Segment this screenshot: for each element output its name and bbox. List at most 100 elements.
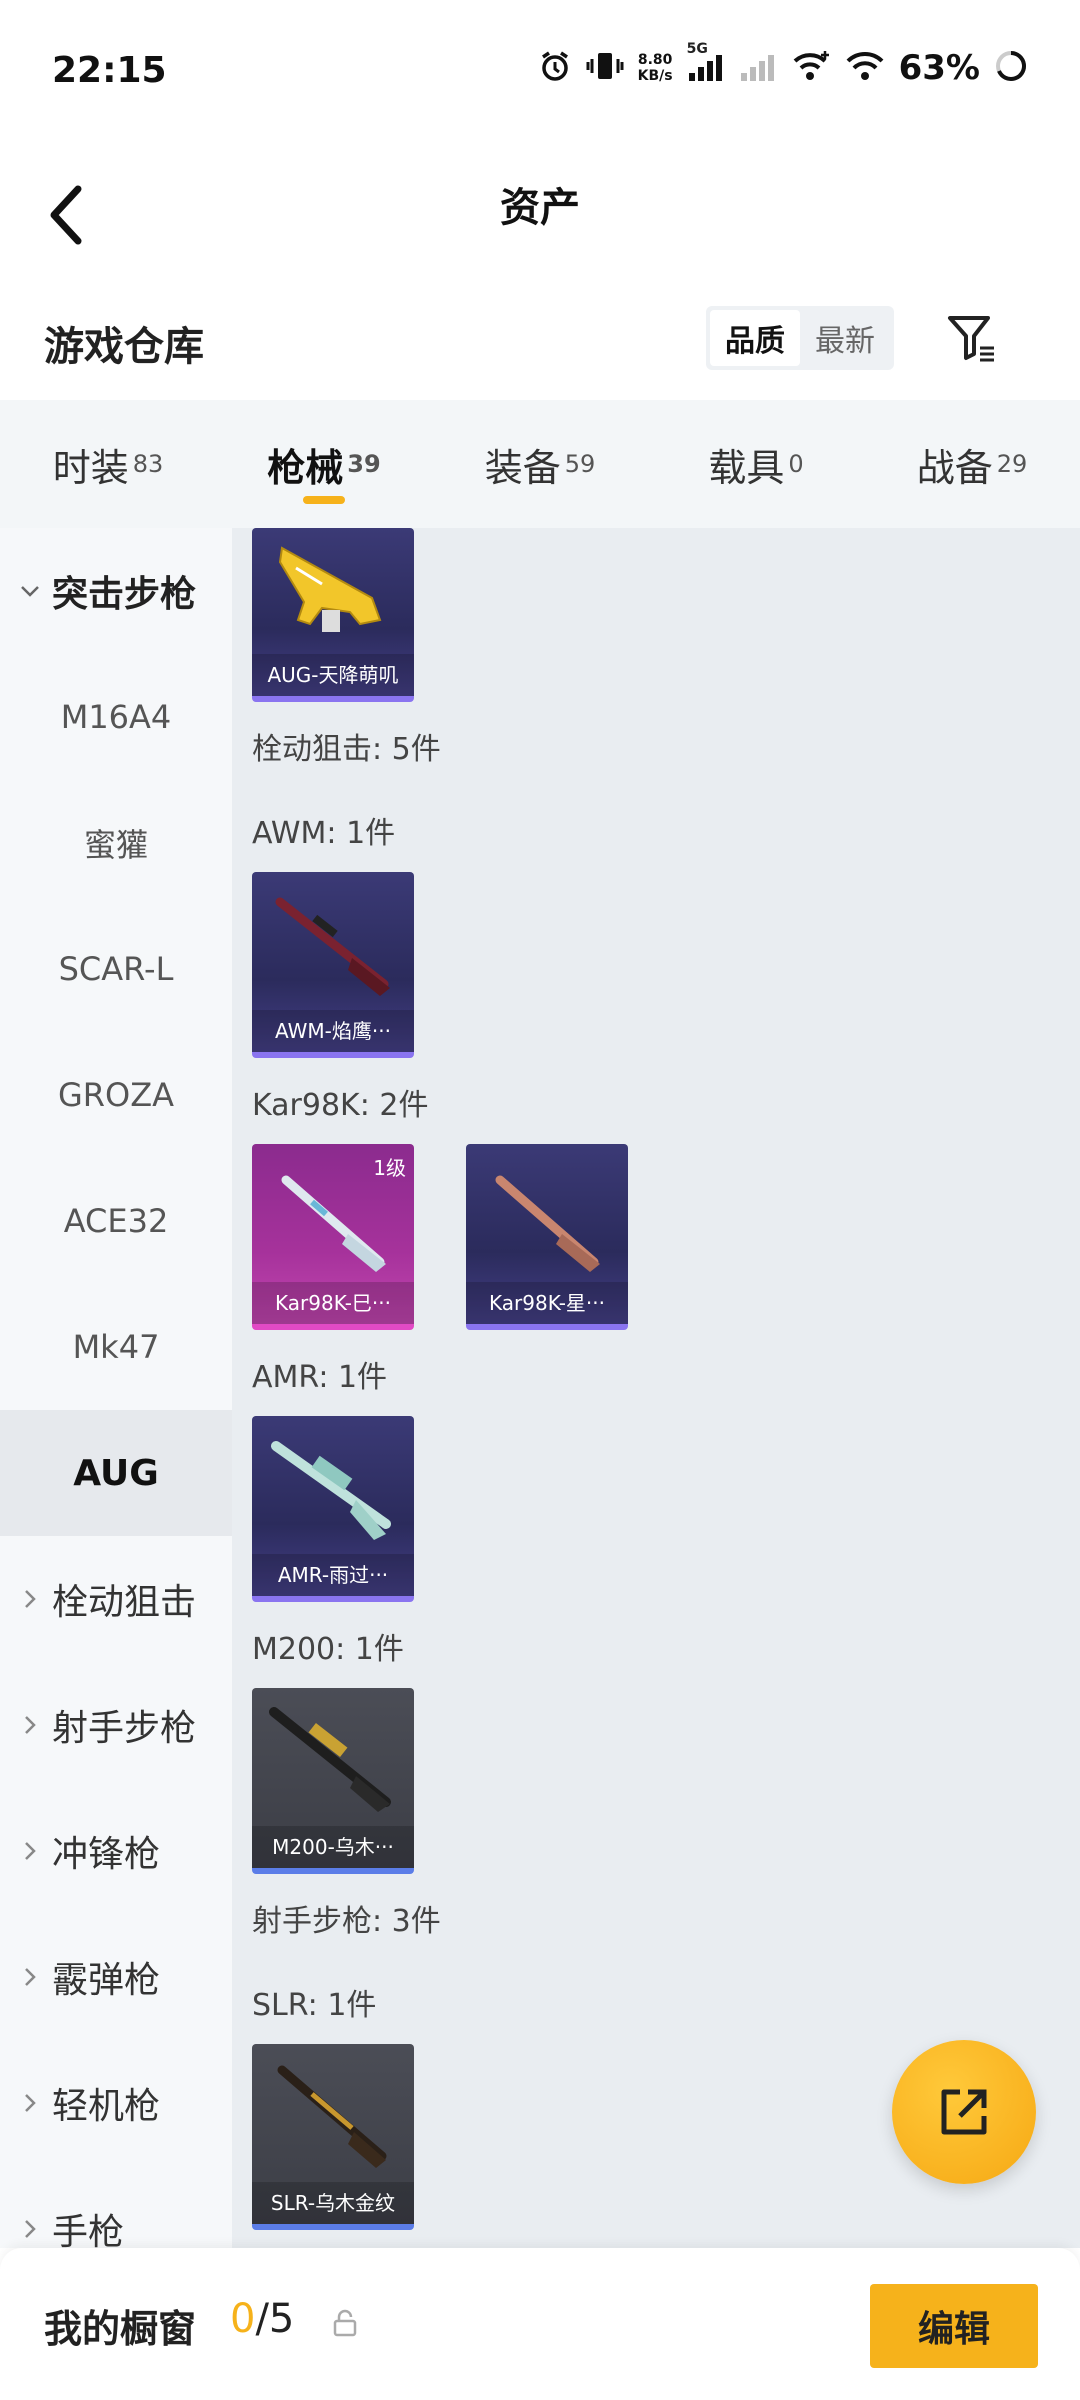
skin-card-aug[interactable]: AUG-天降萌叽 [252, 528, 414, 702]
app-header: 资产 [0, 140, 1080, 290]
chevron-right-icon [18, 2217, 42, 2241]
sidebar-item-m16a4[interactable]: M16A4 [0, 654, 232, 780]
rifle-m200-image [269, 1707, 391, 1812]
sidebar-item-label: 冲锋枪 [52, 1834, 161, 1875]
sidebar-item-label: 射手步枪 [52, 1708, 197, 1749]
tab-fashion[interactable]: 时装 83 [0, 400, 216, 528]
lock-icon [332, 2308, 358, 2342]
group-amr-count: AMR: 1件 [252, 1360, 388, 1395]
alarm-icon [538, 49, 572, 87]
sidebar-item-label: 蜜獾 [83, 826, 148, 864]
chevron-down-icon [18, 579, 42, 603]
sidebar-item-pistol[interactable]: 手枪 [0, 2166, 232, 2248]
sidebar-item-groza[interactable]: GROZA [0, 1032, 232, 1158]
skin-name: AWM-焰鹰··· [252, 1010, 414, 1052]
net-speed-unit: KB/s [637, 68, 673, 84]
skin-card-kar98k-1[interactable]: 1级 Kar98K-巳··· [252, 1144, 414, 1330]
warehouse-title: 游戏仓库 [44, 324, 204, 370]
wifi-plus-icon [791, 49, 831, 87]
skin-card-kar98k-2[interactable]: Kar98K-星··· [466, 1144, 628, 1330]
tab-label: 载具 [708, 445, 785, 490]
skin-name: SLR-乌木金纹 [252, 2182, 414, 2224]
skin-name: Kar98K-巳··· [252, 1282, 414, 1324]
chevron-right-icon [18, 1965, 42, 1989]
sidebar-item-aug[interactable]: AUG [0, 1410, 232, 1536]
group-m200-count: M200: 1件 [252, 1632, 404, 1667]
showcase-count-current: 0 [230, 2296, 256, 2342]
status-bar: 22:15 8.80 KB/s 5G 63% [0, 0, 1080, 140]
sidebar-item-mk47[interactable]: Mk47 [0, 1284, 232, 1410]
sidebar-item-ace32[interactable]: ACE32 [0, 1158, 232, 1284]
sidebar-item-label: 霰弹枪 [52, 1960, 161, 2001]
rifle-aug-image [278, 546, 382, 632]
wifi-icon [845, 49, 885, 87]
tab-label: 时装 [52, 445, 129, 490]
tab-count: 59 [564, 450, 596, 478]
signal-5g-icon: 5G [687, 41, 725, 87]
skin-level: 1级 [373, 1156, 406, 1180]
tab-count: 29 [996, 450, 1028, 478]
tab-count: 39 [347, 450, 381, 478]
skin-name: AUG-天降萌叽 [252, 654, 414, 696]
tab-vehicles[interactable]: 载具 0 [648, 400, 864, 528]
tab-supplies[interactable]: 战备 29 [864, 400, 1080, 528]
signal-weak-icon [739, 49, 777, 87]
status-icons: 8.80 KB/s 5G 63% [538, 41, 1028, 88]
tab-count: 83 [132, 450, 164, 478]
rifle-kar98k-image [495, 1175, 600, 1272]
sidebar-item-lmg[interactable]: 轻机枪 [0, 2040, 232, 2166]
page-title: 资产 [500, 185, 580, 231]
filter-icon [948, 316, 994, 362]
sidebar-item-label: GROZA [57, 1076, 175, 1114]
tab-label: 战备 [916, 445, 993, 490]
skin-card-slr[interactable]: SLR-乌木金纹 [252, 2044, 414, 2230]
sort-quality-button[interactable]: 品质 [710, 310, 800, 366]
status-time: 22:15 [52, 50, 167, 91]
skin-card-amr[interactable]: AMR-雨过··· [252, 1416, 414, 1602]
showcase-label: 我的橱窗 [44, 2307, 197, 2351]
tab-label: 枪械 [267, 445, 344, 490]
tab-label: 装备 [484, 445, 561, 490]
weapon-sidebar: 突击步枪 M16A4 蜜獾 SCAR-L GROZA ACE32 Mk47 AU… [0, 528, 232, 2248]
sidebar-item-shotgun[interactable]: 霰弹枪 [0, 1914, 232, 2040]
net-speed: 8.80 KB/s [638, 52, 673, 84]
sidebar-item-label: Mk47 [72, 1328, 160, 1366]
showcase-count-total: /5 [255, 2296, 295, 2342]
group-dmr-count: 射手步枪: 3件 [252, 1904, 441, 1939]
battery-ring-icon [994, 49, 1028, 87]
sidebar-item-label: AUG [73, 1452, 159, 1494]
skin-name: M200-乌木··· [252, 1826, 414, 1868]
sidebar-item-assault-rifle[interactable]: 突击步枪 [0, 528, 232, 654]
vibrate-icon [586, 49, 624, 87]
rifle-awm-image [275, 897, 390, 996]
tab-equipment[interactable]: 装备 59 [432, 400, 648, 528]
warehouse-header: 游戏仓库 品质 最新 [0, 290, 1080, 400]
sidebar-item-honey-badger[interactable]: 蜜獾 [0, 780, 232, 906]
skin-card-m200[interactable]: M200-乌木··· [252, 1688, 414, 1874]
tab-count: 0 [788, 450, 804, 478]
skin-card-awm[interactable]: AWM-焰鹰··· [252, 872, 414, 1058]
showcase-count: 0/5 [230, 2296, 294, 2342]
sidebar-item-smg[interactable]: 冲锋枪 [0, 1788, 232, 1914]
sort-latest-button[interactable]: 最新 [800, 310, 890, 366]
external-link-icon [941, 2089, 987, 2135]
skin-name: Kar98K-星··· [466, 1282, 628, 1324]
share-fab-button[interactable] [892, 2040, 1036, 2184]
edit-button[interactable]: 编辑 [870, 2284, 1038, 2368]
sidebar-item-bolt-sniper[interactable]: 栓动狙击 [0, 1536, 232, 1662]
sidebar-item-label: 突击步枪 [52, 574, 197, 615]
group-kar98k-count: Kar98K: 2件 [252, 1088, 429, 1123]
battery-percent: 63% [898, 48, 980, 88]
chevron-right-icon [18, 1587, 42, 1611]
chevron-right-icon [18, 1713, 42, 1737]
weapon-content: AUG-天降萌叽 栓动狙击: 5件 AWM: 1件 AWM-焰鹰··· Kar9… [232, 528, 1080, 2248]
tab-guns[interactable]: 枪械 39 [216, 400, 432, 528]
chevron-right-icon [18, 2091, 42, 2115]
network-type: 5G [686, 41, 708, 57]
rifle-amr-image [271, 1441, 391, 1540]
sidebar-item-scar-l[interactable]: SCAR-L [0, 906, 232, 1032]
category-tabs: 时装 83 枪械 39 装备 59 载具 0 战备 29 [0, 400, 1080, 528]
skin-name: AMR-雨过··· [252, 1554, 414, 1596]
filter-button[interactable] [940, 306, 1004, 370]
sidebar-item-dmr[interactable]: 射手步枪 [0, 1662, 232, 1788]
